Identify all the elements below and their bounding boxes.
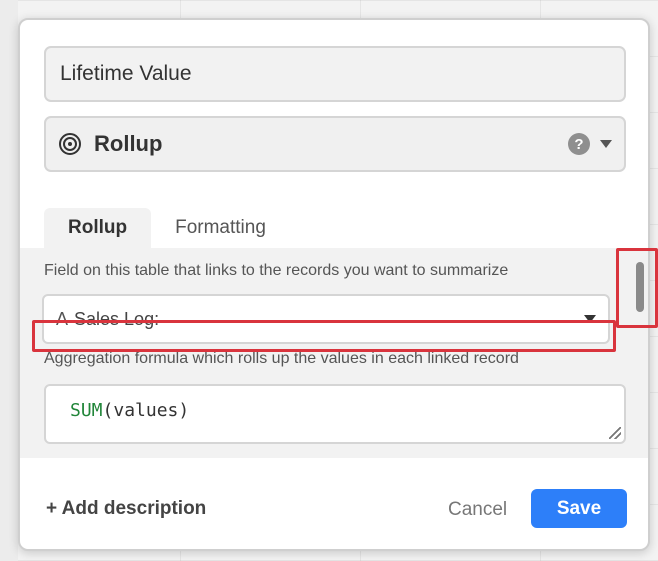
tab-formatting[interactable]: Formatting	[151, 208, 290, 248]
panel-scrollbar[interactable]	[634, 252, 646, 322]
scrollbar-thumb[interactable]	[636, 262, 644, 312]
background-strip	[0, 0, 18, 561]
aggregation-label: Aggregation formula which rolls up the v…	[44, 350, 519, 367]
aggregation-formula-input[interactable]: SUM(values)	[44, 384, 626, 444]
chevron-down-icon	[584, 315, 596, 323]
text-field-icon: A	[56, 308, 69, 329]
add-description-button[interactable]: + Add description	[46, 498, 206, 520]
formula-args: (values)	[102, 400, 190, 421]
dialog-footer: + Add description Cancel Save	[20, 468, 648, 548]
field-name-input[interactable]	[44, 46, 626, 102]
cancel-button[interactable]: Cancel	[432, 490, 523, 530]
screen: Rollup ? Rollup Formatting Field on this…	[0, 0, 658, 561]
tab-rollup[interactable]: Rollup	[44, 208, 152, 248]
field-type-label: Rollup	[94, 131, 163, 156]
rollup-icon	[59, 133, 81, 155]
link-field-label: Field on this table that links to the re…	[44, 262, 509, 279]
help-icon[interactable]: ?	[568, 133, 590, 155]
rollup-panel: Field on this table that links to the re…	[20, 248, 648, 458]
link-field-select[interactable]: A Sales Log:	[42, 294, 610, 344]
save-button[interactable]: Save	[531, 489, 627, 528]
config-tabs: Rollup Formatting	[44, 208, 290, 248]
chevron-down-icon	[600, 140, 612, 148]
field-config-dialog: Rollup ? Rollup Formatting Field on this…	[18, 18, 650, 551]
resize-handle-icon[interactable]	[609, 427, 621, 439]
link-field-value: Sales Log:	[74, 308, 160, 329]
formula-function: SUM	[70, 400, 103, 421]
field-type-select[interactable]: Rollup ?	[44, 116, 626, 172]
